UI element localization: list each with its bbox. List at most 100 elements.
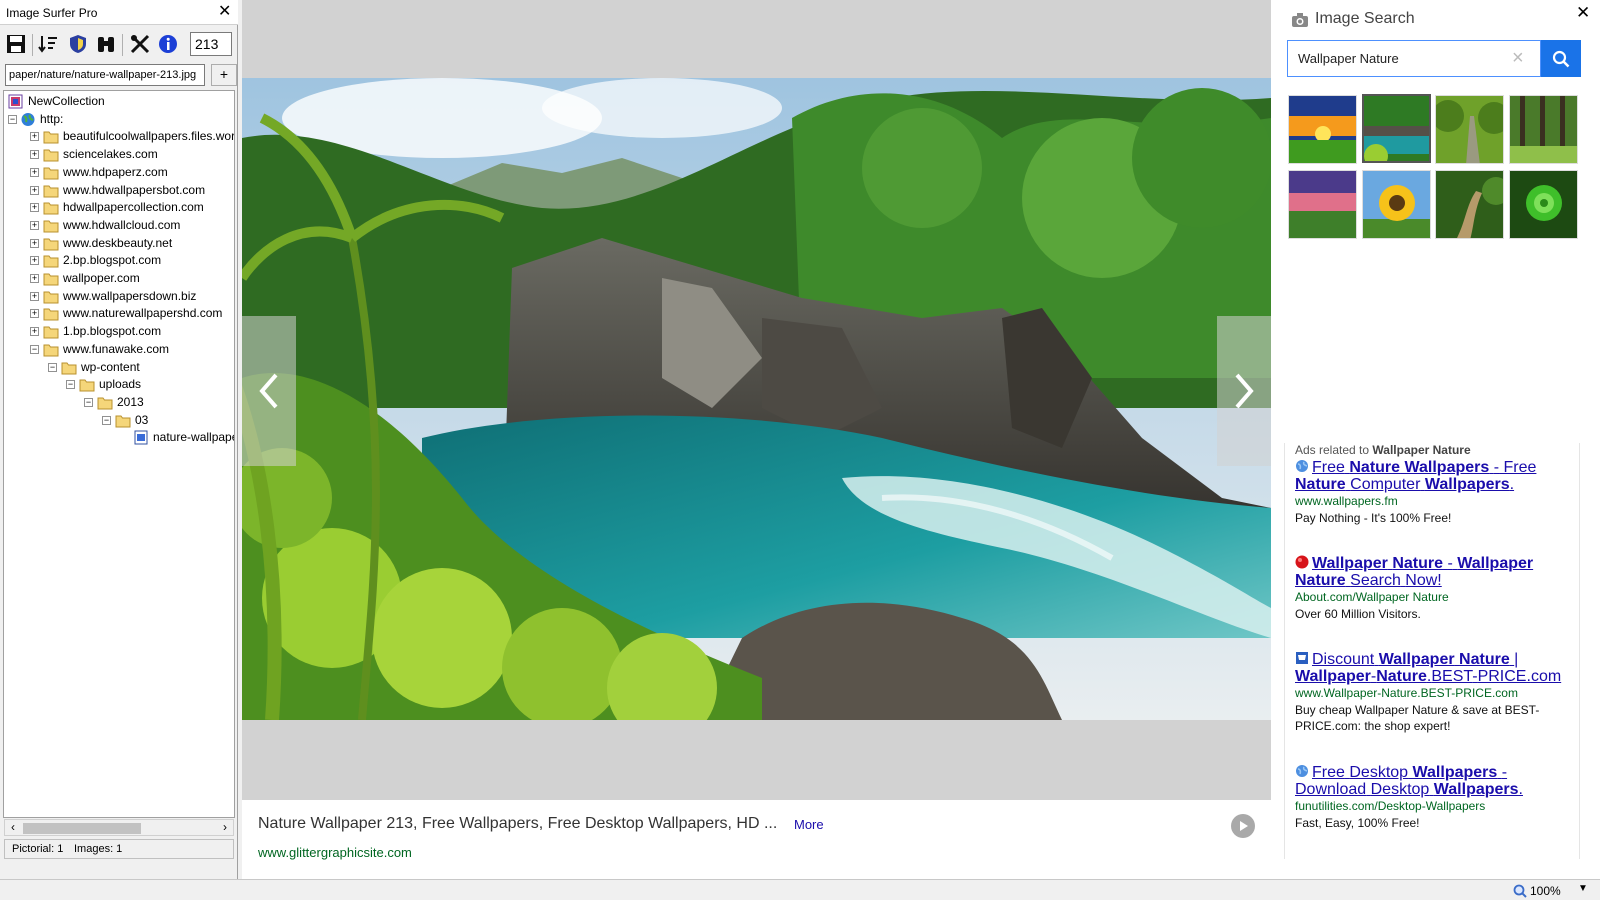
previous-image-button[interactable]: [242, 316, 296, 466]
collapse-icon[interactable]: −: [102, 415, 111, 425]
tree-node[interactable]: + hdwallpapercollection.com: [4, 199, 234, 217]
expand-icon[interactable]: +: [30, 220, 39, 230]
expand-icon[interactable]: +: [30, 274, 39, 283]
expand-icon[interactable]: +: [30, 327, 39, 337]
thumbnail-purple-sky[interactable]: [1288, 170, 1357, 239]
thumbnail-green-rose[interactable]: [1509, 170, 1578, 239]
tree-node[interactable]: +1.bp.blogspot.com: [4, 323, 234, 341]
thumbnail-forest[interactable]: [1509, 95, 1578, 164]
add-path-button[interactable]: +: [211, 64, 237, 86]
tree-node[interactable]: nature-wallpaper-213.jpg: [4, 429, 234, 447]
tree-node-label: www.funawake.com: [63, 341, 170, 356]
search-input[interactable]: Wallpaper Nature: [1298, 51, 1399, 66]
expand-icon[interactable]: +: [30, 291, 39, 301]
zoom-dropdown-icon[interactable]: ▼: [1578, 883, 1588, 894]
scrollbar-thumb[interactable]: [23, 823, 141, 834]
tree-node[interactable]: + beautifulcoolwallpapers.files.wordpress…: [4, 128, 234, 146]
tree-node-label: 2.bp.blogspot.com: [63, 253, 162, 268]
expand-icon[interactable]: +: [30, 132, 39, 142]
ad-url[interactable]: www.Wallpaper-Nature.BEST-PRICE.com: [1295, 686, 1575, 700]
ad-title-link[interactable]: Free Nature Wallpapers - Free Nature Com…: [1295, 459, 1575, 493]
expand-icon[interactable]: +: [30, 256, 39, 266]
tree-node[interactable]: − uploads: [4, 376, 234, 394]
tree-node-label: hdwallpapercollection.com: [63, 200, 204, 215]
tree-node[interactable]: + www.hdpaperz.com: [4, 164, 234, 182]
ad-url[interactable]: funutilities.com/Desktop-Wallpapers: [1295, 799, 1575, 813]
ads-section: Ads related to Wallpaper Nature Free Nat…: [1284, 443, 1580, 859]
expand-icon[interactable]: +: [30, 185, 39, 195]
tree-node[interactable]: − 2013: [4, 394, 234, 412]
expand-icon[interactable]: +: [30, 150, 39, 160]
collapse-icon[interactable]: −: [30, 344, 39, 354]
tree-node-label: nature-wallpaper-213.jpg: [153, 430, 234, 445]
collection-tree[interactable]: NewCollection − http: + beautifulcoolwallpap…: [3, 90, 235, 818]
red-dot-icon: [1295, 555, 1309, 569]
collapse-icon[interactable]: −: [84, 397, 93, 407]
next-image-button[interactable]: [1217, 316, 1271, 466]
tools-icon[interactable]: [128, 32, 152, 56]
folder-icon: [43, 253, 59, 268]
collapse-icon[interactable]: −: [66, 380, 75, 390]
search-button[interactable]: [1541, 40, 1581, 77]
source-url-link[interactable]: www.glittergraphicsite.com: [258, 845, 412, 860]
ad-title-link[interactable]: Discount Wallpaper Nature | Wallpaper-Na…: [1295, 651, 1575, 685]
horizontal-scrollbar[interactable]: ‹ ›: [4, 819, 234, 836]
collapse-icon[interactable]: −: [48, 362, 57, 372]
tree-node[interactable]: − http:: [4, 111, 234, 129]
tree-node[interactable]: + wallpoper.com: [4, 270, 234, 288]
tree-node[interactable]: − www.funawake.com: [4, 341, 234, 359]
ad-item: Free Nature Wallpapers - Free Nature Com…: [1295, 459, 1575, 526]
tree-node[interactable]: NewCollection: [4, 93, 234, 111]
tree-node[interactable]: + www.wallpapersdown.biz: [4, 288, 234, 306]
tree-node[interactable]: − 03: [4, 412, 234, 430]
expand-icon[interactable]: +: [30, 203, 39, 213]
image-viewer: Nature Wallpaper 213, Free Wallpapers, F…: [242, 0, 1271, 879]
shield-icon[interactable]: [66, 32, 90, 56]
image-counter-input[interactable]: 213: [190, 32, 232, 56]
binoculars-icon[interactable]: [94, 32, 118, 56]
tree-node[interactable]: + www.hdwallcloud.com: [4, 217, 234, 235]
tree-node[interactable]: − wp-content: [4, 359, 234, 377]
path-input[interactable]: paper/nature/nature-wallpaper-213.jpg: [5, 64, 205, 86]
ad-title-link[interactable]: Wallpaper Nature - Wallpaper Nature Sear…: [1295, 555, 1575, 589]
tree-node[interactable]: + sciencelakes.com: [4, 146, 234, 164]
save-icon[interactable]: [4, 32, 28, 56]
image-search-title: Image Search: [1315, 10, 1415, 27]
expand-icon[interactable]: +: [30, 309, 39, 319]
tree-node[interactable]: + www.deskbeauty.net: [4, 235, 234, 253]
expand-icon[interactable]: +: [30, 167, 39, 177]
tree-node-label: 2013: [117, 394, 144, 409]
globe-icon: [20, 112, 36, 127]
tree-node-label: NewCollection: [28, 94, 105, 108]
ad-title-link[interactable]: Free Desktop Wallpapers - Download Deskt…: [1295, 764, 1575, 798]
scroll-right-icon[interactable]: ›: [218, 820, 232, 835]
search-field[interactable]: Wallpaper Nature ×: [1287, 40, 1541, 77]
thumbnail-sunset[interactable]: [1288, 95, 1357, 164]
collapse-icon[interactable]: −: [8, 114, 17, 124]
zoom-level[interactable]: 100%: [1530, 884, 1561, 898]
close-icon[interactable]: ✕: [1576, 3, 1590, 23]
clear-search-icon[interactable]: ×: [1512, 47, 1524, 70]
thumbnail-sunflower[interactable]: [1362, 170, 1431, 239]
ad-description: Fast, Easy, 100% Free!: [1295, 816, 1420, 830]
panel-titlebar: Image Surfer Pro ✕: [0, 0, 238, 25]
tree-node[interactable]: + www.hdwallpapersbot.com: [4, 182, 234, 200]
tree-node[interactable]: + www.naturewallpapershd.com: [4, 305, 234, 323]
toolbar: 213: [4, 30, 234, 58]
thumbnail-boardwalk[interactable]: [1435, 170, 1504, 239]
play-slideshow-button[interactable]: [1231, 814, 1255, 838]
thumbnail-road[interactable]: [1435, 95, 1504, 164]
info-icon[interactable]: [156, 32, 180, 56]
sort-icon[interactable]: [36, 32, 60, 56]
tree-node-label: wp-content: [81, 359, 140, 374]
tree-node[interactable]: +2.bp.blogspot.com: [4, 252, 234, 270]
scroll-left-icon[interactable]: ‹: [6, 820, 20, 835]
ad-url[interactable]: www.wallpapers.fm: [1295, 494, 1575, 508]
close-icon[interactable]: ✕: [218, 1, 231, 21]
ad-url[interactable]: About.com/Wallpaper Nature: [1295, 590, 1575, 604]
thumbnail-lagoon[interactable]: [1362, 94, 1431, 163]
tree-node-label: www.wallpapersdown.biz: [63, 288, 197, 303]
tree-node-label: www.naturewallpapershd.com: [63, 306, 223, 321]
expand-icon[interactable]: +: [30, 238, 39, 248]
more-link[interactable]: More: [794, 817, 824, 832]
